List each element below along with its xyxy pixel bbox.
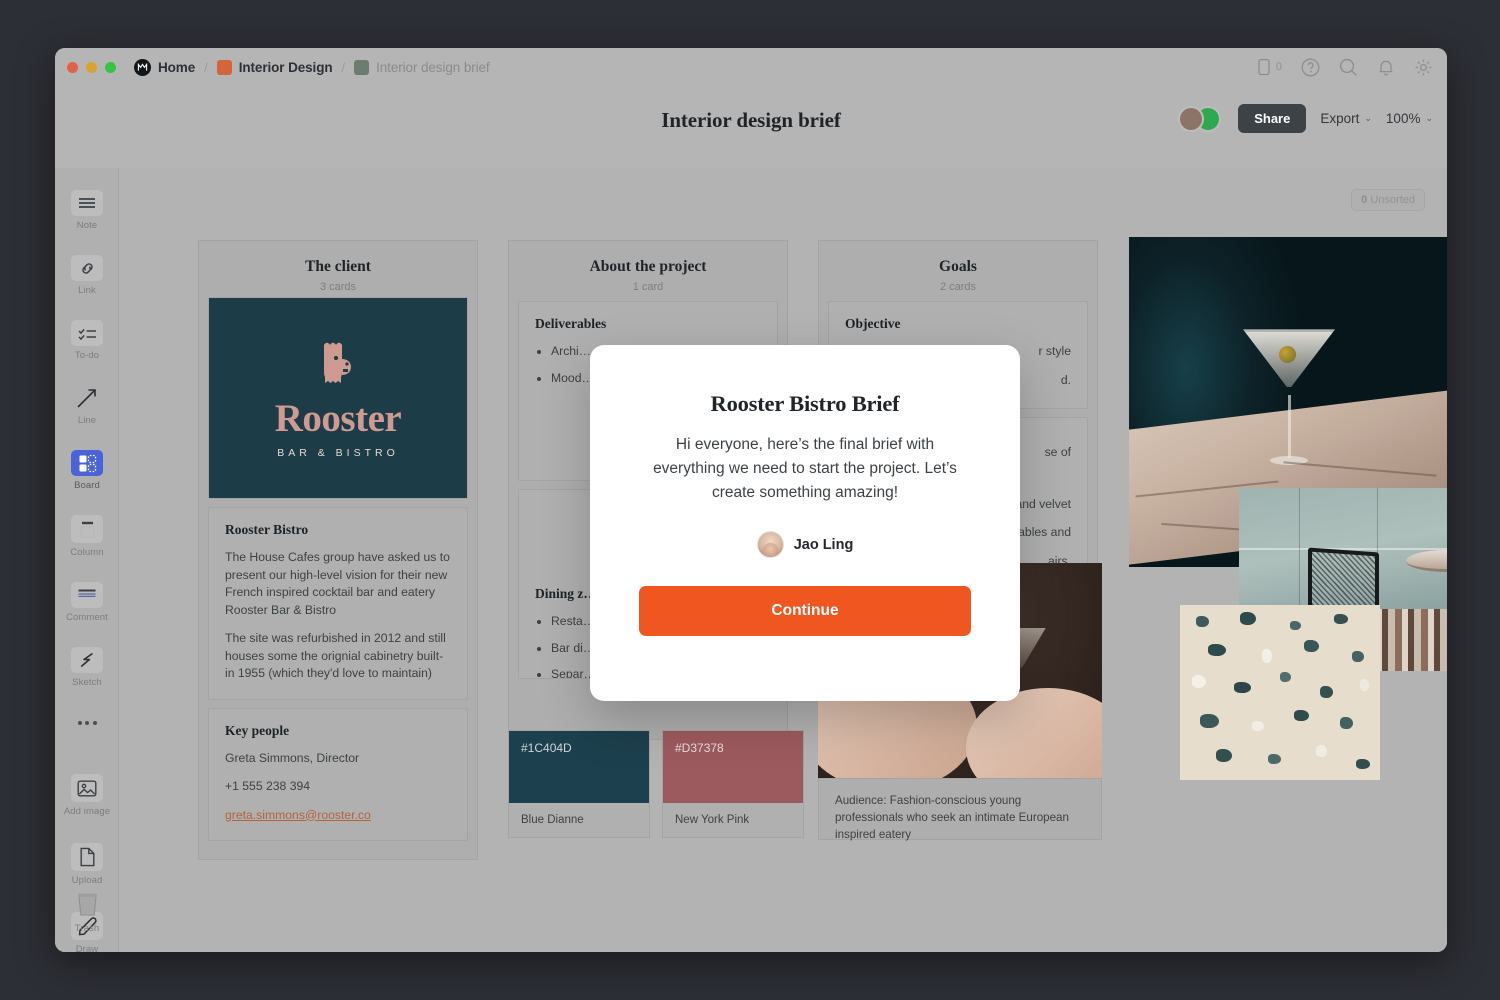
modal-title: Rooster Bistro Brief [710, 391, 900, 416]
modal-author-name: Jao Ling [793, 536, 854, 553]
modal-author: Jao Ling [639, 531, 971, 558]
continue-button[interactable]: Continue [639, 586, 971, 636]
avatar [1178, 105, 1205, 132]
modal-body: Hi everyone, here’s the final brief with… [653, 436, 957, 501]
avatar [756, 531, 784, 558]
app-window: Home / Interior Design / Interior design… [55, 48, 1447, 952]
collaborator-avatars[interactable] [1178, 105, 1224, 132]
welcome-modal: Rooster Bistro Brief Hi everyone, here’s… [590, 345, 1020, 701]
